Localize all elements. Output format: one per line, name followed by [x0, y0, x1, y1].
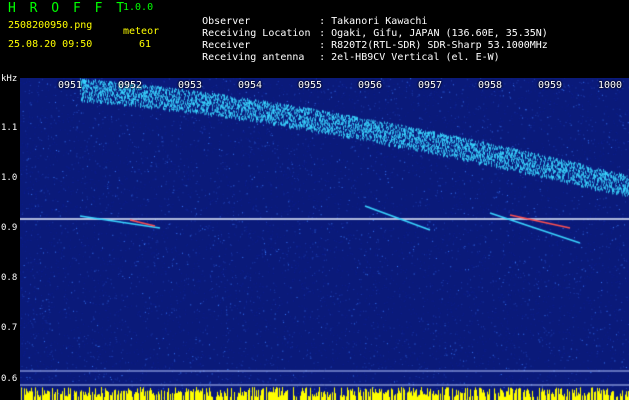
file-name: 2508200950.png [8, 20, 93, 31]
header-panel: H R O F F T 1.0.0 2508200950.png 25.08.2… [0, 0, 629, 72]
freq-tick: 0.8 [1, 273, 18, 283]
app-title: H R O F F T [8, 1, 128, 16]
meteor-label: meteor [123, 26, 160, 37]
freq-tick: 0.9 [1, 223, 18, 233]
freq-tick: 0.7 [1, 323, 18, 333]
time-tick: 0952 [118, 80, 143, 91]
meteor-count: 61 [139, 39, 152, 50]
info-value: 2el-HB9CV Vertical (el. E-W) [331, 52, 500, 63]
frequency-unit: kHz [1, 74, 18, 84]
time-tick: 0954 [238, 80, 263, 91]
time-tick: 0957 [418, 80, 443, 91]
time-tick: 0956 [358, 80, 383, 91]
spectrogram[interactable] [20, 78, 629, 400]
time-tick: 0955 [298, 80, 323, 91]
info-label: Receiving antenna [202, 52, 305, 63]
time-tick: 0951 [58, 80, 83, 91]
freq-tick: 0.6 [1, 374, 18, 384]
time-tick: 1000 [598, 80, 623, 91]
file-datetime: 25.08.20 09:50 [8, 39, 93, 50]
time-tick: 0953 [178, 80, 203, 91]
info-antenna: Receiving antenna:2el-HB9CV Vertical (el… [202, 52, 500, 63]
time-tick: 0958 [478, 80, 503, 91]
time-tick: 0959 [538, 80, 563, 91]
spectrogram-canvas[interactable] [20, 78, 629, 400]
app-version: 1.0.0 [123, 2, 154, 13]
frequency-axis: kHz 1.1 1.0 0.9 0.8 0.7 0.6 [0, 72, 20, 400]
freq-tick: 1.1 [1, 123, 18, 133]
freq-tick: 1.0 [1, 173, 18, 183]
